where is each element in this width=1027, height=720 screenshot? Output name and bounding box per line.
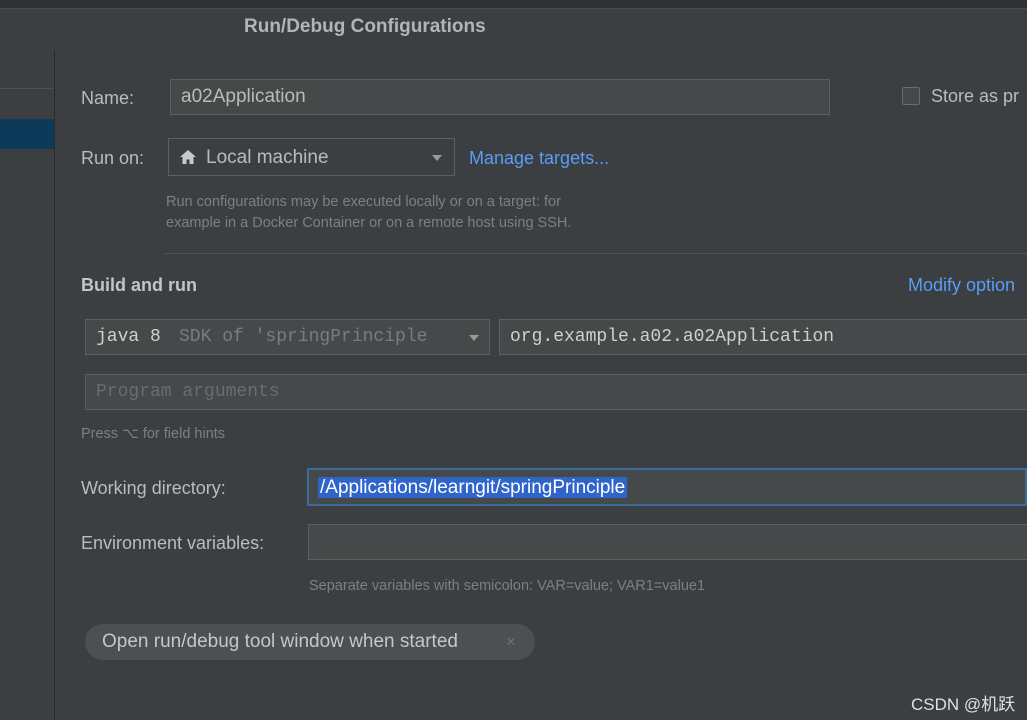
working-directory-field[interactable]: /Applications/learngit/springPrinciple bbox=[307, 468, 1027, 506]
sdk-dropdown[interactable]: java 8 SDK of 'springPrinciple bbox=[85, 319, 490, 355]
name-label: Name: bbox=[81, 88, 135, 108]
open-tool-window-option-chip[interactable]: Open run/debug tool window when started … bbox=[85, 624, 535, 660]
modify-options-link[interactable]: Modify option bbox=[908, 275, 1015, 296]
chevron-down-icon bbox=[432, 155, 442, 161]
dialog-title: Run/Debug Configurations bbox=[244, 16, 486, 37]
build-and-run-heading: Build and run bbox=[81, 275, 197, 295]
sdk-primary: java 8 bbox=[96, 327, 161, 347]
configurations-tree-panel[interactable] bbox=[0, 50, 55, 720]
home-icon bbox=[179, 148, 197, 166]
tree-selected-item[interactable] bbox=[0, 119, 54, 149]
working-directory-value: /Applications/learngit/springPrinciple bbox=[318, 477, 628, 498]
program-arguments-field[interactable]: Program arguments bbox=[85, 374, 1027, 410]
run-on-hint-line1: Run configurations may be executed local… bbox=[166, 194, 561, 210]
tree-separator bbox=[0, 88, 54, 89]
working-directory-label: Working directory: bbox=[81, 478, 226, 498]
run-on-label: Run on: bbox=[81, 148, 145, 168]
section-divider bbox=[164, 253, 1027, 254]
chevron-down-icon bbox=[469, 335, 479, 341]
open-tool-window-option-label: Open run/debug tool window when started bbox=[102, 631, 458, 652]
store-as-project-checkbox[interactable] bbox=[902, 87, 920, 105]
window-top-edge bbox=[0, 0, 1027, 9]
name-field[interactable]: a02Application bbox=[170, 79, 830, 115]
run-on-dropdown[interactable]: Local machine bbox=[168, 138, 455, 176]
run-on-hint-line2: example in a Docker Container or on a re… bbox=[166, 215, 572, 231]
main-class-value: org.example.a02.a02Application bbox=[510, 327, 835, 347]
csdn-watermark: CSDN @机跃 bbox=[911, 695, 1016, 714]
manage-targets-link[interactable]: Manage targets... bbox=[469, 148, 609, 169]
store-as-project-label[interactable]: Store as pr bbox=[931, 86, 1019, 107]
field-hints-text: Press ⌥ for field hints bbox=[81, 426, 226, 442]
program-arguments-placeholder: Program arguments bbox=[96, 382, 280, 402]
sdk-secondary: SDK of 'springPrinciple bbox=[179, 327, 428, 347]
name-field-value: a02Application bbox=[181, 86, 306, 107]
dialog-title-bar: Run/Debug Configurations bbox=[0, 14, 1027, 40]
main-class-field[interactable]: org.example.a02.a02Application bbox=[499, 319, 1027, 355]
close-icon[interactable]: × bbox=[506, 632, 516, 652]
environment-variables-field[interactable] bbox=[308, 524, 1027, 560]
run-on-value: Local machine bbox=[206, 147, 329, 168]
environment-variables-hint: Separate variables with semicolon: VAR=v… bbox=[309, 578, 706, 594]
environment-variables-label: Environment variables: bbox=[81, 533, 265, 553]
